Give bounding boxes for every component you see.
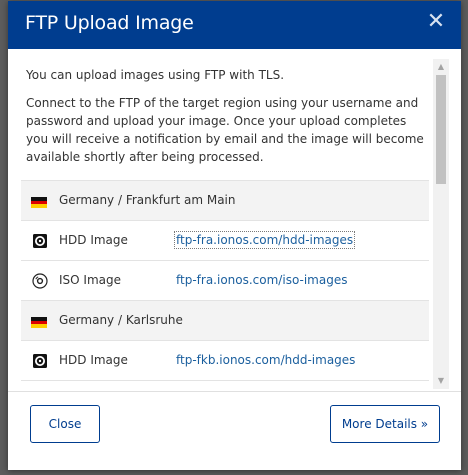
scroll-down-arrow-icon[interactable]: ▼ (433, 373, 449, 389)
region-name: Germany / Frankfurt am Main (59, 193, 236, 207)
hdd-image-icon (33, 354, 47, 368)
scroll-up-arrow-icon[interactable]: ▲ (433, 59, 449, 75)
region-header-frankfurt: Germany / Frankfurt am Main (21, 180, 429, 220)
ftp-link-fra-hdd[interactable]: ftp-fra.ionos.com/hdd-images (173, 231, 356, 249)
list-item (21, 380, 429, 389)
image-type-label: HDD Image (59, 353, 128, 367)
intro-text: You can upload images using FTP with TLS… (26, 68, 285, 82)
hdd-image-icon (33, 234, 47, 248)
germany-flag-icon (31, 317, 47, 328)
germany-flag-icon (31, 197, 47, 208)
close-button[interactable]: Close (30, 405, 100, 443)
list-item: HDD Image ftp-fkb.ionos.com/hdd-images (21, 340, 429, 380)
image-type-label: ISO Image (59, 273, 121, 287)
ftp-link-fra-iso[interactable]: ftp-fra.ionos.com/iso-images (176, 273, 347, 287)
image-type-label: HDD Image (59, 233, 128, 247)
region-header-karlsruhe: Germany / Karlsruhe (21, 300, 429, 340)
instructions-text: Connect to the FTP of the target region … (26, 96, 424, 164)
dialog-title: FTP Upload Image (25, 12, 194, 34)
region-list: Germany / Frankfurt am Main HDD Image ft… (21, 180, 429, 389)
region-name: Germany / Karlsruhe (59, 313, 183, 327)
dialog-footer: Close More Details » (8, 392, 461, 470)
more-details-button[interactable]: More Details » (330, 405, 440, 443)
ftp-upload-dialog: FTP Upload Image ✕ You can upload images… (8, 1, 461, 470)
vertical-scrollbar[interactable]: ▲ ▼ (433, 59, 449, 389)
dialog-body[interactable]: You can upload images using FTP with TLS… (21, 59, 449, 389)
list-item: HDD Image ftp-fra.ionos.com/hdd-images (21, 220, 429, 260)
list-item: ISO Image ftp-fra.ionos.com/iso-images (21, 260, 429, 300)
ftp-link-fkb-hdd[interactable]: ftp-fkb.ionos.com/hdd-images (176, 353, 355, 367)
iso-image-icon (32, 273, 48, 289)
scrollbar-thumb[interactable] (436, 75, 446, 184)
dialog-header: FTP Upload Image ✕ (8, 1, 461, 49)
close-icon[interactable]: ✕ (425, 9, 447, 35)
